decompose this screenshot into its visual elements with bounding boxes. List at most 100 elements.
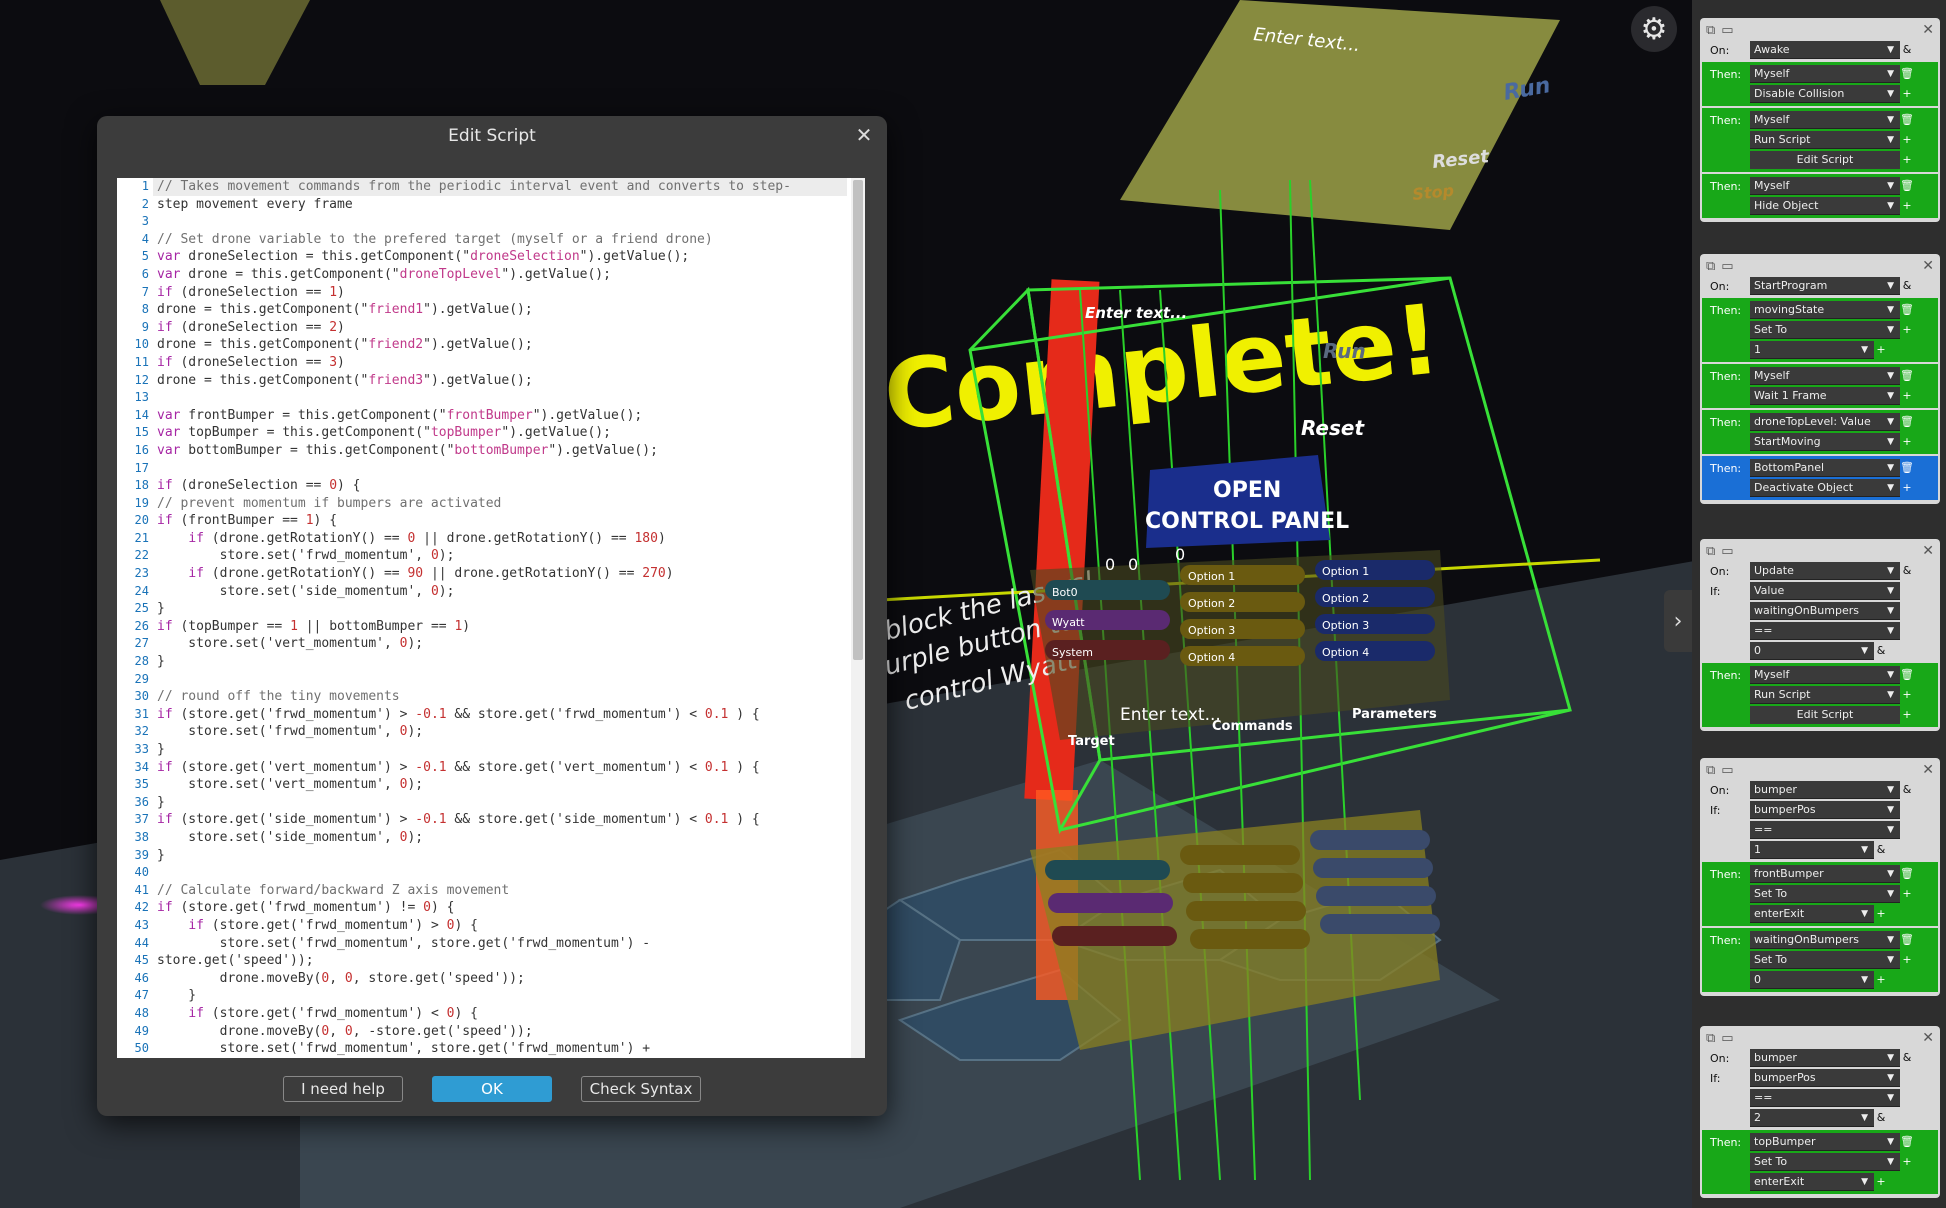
value-field[interactable]: enterExit ▼ <box>1750 905 1874 923</box>
edit-script-button[interactable]: Edit Script <box>1750 151 1900 169</box>
and-button[interactable]: & <box>1900 1049 1914 1067</box>
then-action-select[interactable]: Set To ▼ <box>1750 1153 1900 1171</box>
add-button[interactable]: + <box>1874 971 1888 989</box>
and-button[interactable]: & <box>1874 1109 1888 1127</box>
trash-icon[interactable]: 🗑 <box>1900 65 1914 83</box>
code-line[interactable]: // Set drone variable to the prefered ta… <box>153 231 847 249</box>
check-syntax-button[interactable]: Check Syntax <box>581 1076 701 1102</box>
value-field[interactable]: enterExit ▼ <box>1750 1173 1874 1191</box>
add-button[interactable]: + <box>1900 479 1914 497</box>
trash-icon[interactable]: 🗑 <box>1900 301 1914 319</box>
on-event-select[interactable]: bumper ▼ <box>1750 1049 1900 1067</box>
code-line[interactable]: // Takes movement commands from the peri… <box>153 178 847 196</box>
if-condition-select[interactable]: 1 ▼ <box>1750 841 1874 859</box>
trash-icon[interactable]: 🗑 <box>1900 177 1914 195</box>
if-condition-select[interactable]: 0 ▼ <box>1750 642 1874 660</box>
add-button[interactable]: + <box>1900 131 1914 149</box>
add-button[interactable]: + <box>1874 1173 1888 1191</box>
code-line[interactable]: store.get('speed')); <box>153 952 847 970</box>
option-b-4[interactable]: Option 4 <box>1322 646 1369 659</box>
code-line[interactable]: // Calculate forward/backward Z axis mov… <box>153 882 847 900</box>
trash-icon[interactable]: 🗑 <box>1900 865 1914 883</box>
close-icon[interactable]: ✕ <box>1922 258 1934 274</box>
then-action-select[interactable]: StartMoving ▼ <box>1750 433 1900 451</box>
code-line[interactable]: if (drone.getRotationY() == 0 || drone.g… <box>153 530 847 548</box>
then-target-select[interactable]: waitingOnBumpers ▼ <box>1750 931 1900 949</box>
close-icon[interactable]: ✕ <box>1922 1030 1934 1046</box>
add-button[interactable]: + <box>1900 1153 1914 1171</box>
code-line[interactable]: if (store.get('frwd_momentum') > 0) { <box>153 917 847 935</box>
ui-commands[interactable]: Commands <box>1212 719 1293 734</box>
then-action-select[interactable]: Run Script ▼ <box>1750 131 1900 149</box>
on-event-select[interactable]: StartProgram ▼ <box>1750 277 1900 295</box>
ui-enter-text[interactable]: Enter text... <box>1120 705 1221 725</box>
code-content[interactable]: // Takes movement commands from the peri… <box>153 178 847 1058</box>
value-field[interactable]: 0 ▼ <box>1750 971 1874 989</box>
code-line[interactable]: // prevent momentum if bumpers are activ… <box>153 495 847 513</box>
ui-target[interactable]: Target <box>1068 734 1115 749</box>
comment-icon[interactable]: ▭ <box>1721 763 1733 778</box>
close-icon[interactable]: ✕ <box>1922 22 1934 38</box>
cube-run[interactable]: Run <box>1323 339 1366 363</box>
trash-icon[interactable]: 🗑 <box>1900 111 1914 129</box>
code-line[interactable]: drone = this.getComponent("friend3").get… <box>153 372 847 390</box>
code-line[interactable]: } <box>153 987 847 1005</box>
then-target-select[interactable]: frontBumper ▼ <box>1750 865 1900 883</box>
then-target-select[interactable]: Myself ▼ <box>1750 111 1900 129</box>
option-a-2[interactable]: Option 2 <box>1188 597 1235 610</box>
trash-icon[interactable]: 🗑 <box>1900 367 1914 385</box>
add-button[interactable]: + <box>1900 951 1914 969</box>
code-line[interactable]: if (drone.getRotationY() == 90 || drone.… <box>153 565 847 583</box>
if-condition-select[interactable]: == ▼ <box>1750 1089 1900 1107</box>
cube-reset[interactable]: Reset <box>1301 416 1365 440</box>
settings-gear-icon[interactable]: ⚙ <box>1631 6 1677 52</box>
code-line[interactable] <box>153 460 847 478</box>
code-line[interactable]: if (store.get('frwd_momentum') != 0) { <box>153 899 847 917</box>
copy-icon[interactable]: ⧉ <box>1706 259 1715 274</box>
need-help-button[interactable]: I need help <box>283 1076 403 1102</box>
code-line[interactable]: drone = this.getComponent("friend1").get… <box>153 301 847 319</box>
code-line[interactable]: store.set('side_momentum', 0); <box>153 829 847 847</box>
code-line[interactable]: store.set('frwd_momentum', store.get('fr… <box>153 935 847 953</box>
bot-2[interactable]: System <box>1052 646 1093 659</box>
close-icon[interactable]: ✕ <box>1922 762 1934 778</box>
code-line[interactable]: var topBumper = this.getComponent("topBu… <box>153 424 847 442</box>
and-button[interactable]: & <box>1900 277 1914 295</box>
then-action-select[interactable]: Hide Object ▼ <box>1750 197 1900 215</box>
code-line[interactable]: if (topBumper == 1 || bottomBumper == 1) <box>153 618 847 636</box>
code-line[interactable]: drone.moveBy(0, 0, store.get('speed')); <box>153 970 847 988</box>
then-target-select[interactable]: Myself ▼ <box>1750 666 1900 684</box>
vertical-scrollbar[interactable] <box>851 178 865 1058</box>
on-event-select[interactable]: bumper ▼ <box>1750 781 1900 799</box>
add-button[interactable]: + <box>1900 387 1914 405</box>
if-condition-select[interactable]: bumperPos ▼ <box>1750 1069 1900 1087</box>
trash-icon[interactable]: 🗑 <box>1900 459 1914 477</box>
then-action-select[interactable]: Set To ▼ <box>1750 885 1900 903</box>
then-action-select[interactable]: Run Script ▼ <box>1750 686 1900 704</box>
option-b-2[interactable]: Option 2 <box>1322 592 1369 605</box>
code-line[interactable]: } <box>153 847 847 865</box>
then-action-select[interactable]: Set To ▼ <box>1750 321 1900 339</box>
code-line[interactable]: var drone = this.getComponent("droneTopL… <box>153 266 847 284</box>
add-button[interactable]: + <box>1900 885 1914 903</box>
then-target-select[interactable]: topBumper ▼ <box>1750 1133 1900 1151</box>
and-button[interactable]: & <box>1900 41 1914 59</box>
code-line[interactable] <box>153 389 847 407</box>
add-button[interactable]: + <box>1874 341 1888 359</box>
code-line[interactable]: if (droneSelection == 2) <box>153 319 847 337</box>
and-button[interactable]: & <box>1900 781 1914 799</box>
add-button[interactable]: + <box>1900 686 1914 704</box>
value-field[interactable]: 1 ▼ <box>1750 341 1874 359</box>
code-line[interactable] <box>153 864 847 882</box>
code-line[interactable]: if (droneSelection == 0) { <box>153 477 847 495</box>
on-event-select[interactable]: Update ▼ <box>1750 562 1900 580</box>
code-line[interactable]: } <box>153 600 847 618</box>
code-line[interactable]: if (droneSelection == 1) <box>153 284 847 302</box>
then-action-select[interactable]: Set To ▼ <box>1750 951 1900 969</box>
trash-icon[interactable]: 🗑 <box>1900 931 1914 949</box>
option-b-3[interactable]: Option 3 <box>1322 619 1369 632</box>
add-button[interactable]: + <box>1900 197 1914 215</box>
cube-enter-text[interactable]: Enter text... <box>1085 304 1187 322</box>
ok-button[interactable]: OK <box>432 1076 552 1102</box>
code-line[interactable]: store.set('frwd_momentum', 0); <box>153 723 847 741</box>
